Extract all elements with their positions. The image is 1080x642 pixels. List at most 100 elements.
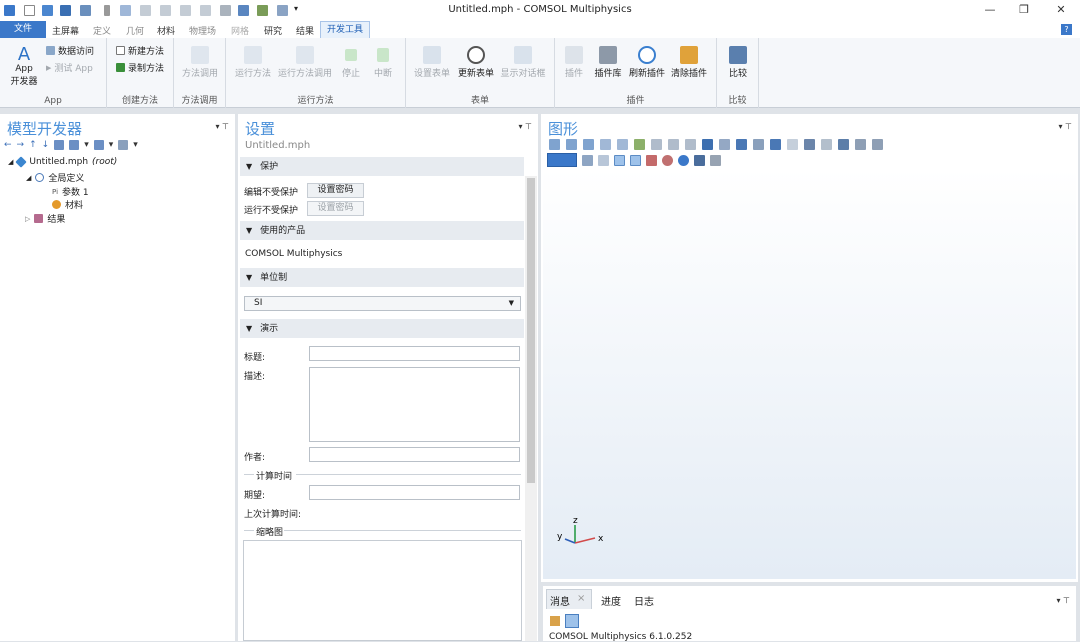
unit-system-select[interactable]: SI ▼	[244, 296, 521, 311]
select-domain-icon[interactable]	[770, 139, 781, 150]
select-mode-button[interactable]	[547, 153, 577, 167]
section-products[interactable]: ▼ 使用的产品	[240, 221, 524, 240]
down-arrow-icon[interactable]: ↓	[42, 140, 50, 150]
wireframe-icon[interactable]	[872, 139, 883, 150]
set-form-button[interactable]: 设置表单	[412, 46, 452, 79]
stop-button[interactable]: 停止	[338, 46, 364, 79]
expand-icon[interactable]	[93, 140, 104, 150]
render-icon[interactable]	[582, 154, 593, 166]
zoom-out-icon[interactable]	[566, 139, 577, 150]
panel-pin-icon[interactable]: ▾ ⊤	[1058, 122, 1072, 131]
new-method-button[interactable]: 新建方法	[116, 44, 164, 57]
region-select-icon[interactable]	[630, 154, 641, 166]
forward-arrow-icon[interactable]: →	[17, 140, 25, 150]
color-icon[interactable]	[662, 154, 673, 166]
tab-developer[interactable]: 开发工具	[320, 21, 370, 38]
tab-close-icon[interactable]: ×	[577, 593, 585, 604]
author-input[interactable]	[309, 447, 520, 462]
view-yz-icon[interactable]	[668, 139, 679, 150]
tab-mesh[interactable]: 网格	[231, 24, 249, 37]
expand-arrow-icon[interactable]: ◢	[8, 158, 13, 166]
tab-results[interactable]: 结果	[296, 24, 314, 37]
tab-physics[interactable]: 物理场	[189, 24, 216, 37]
help-icon[interactable]: ?	[1061, 24, 1072, 35]
data-access-button[interactable]: 数据访问	[46, 44, 94, 57]
point-select-icon[interactable]	[614, 154, 625, 166]
set-run-password-button[interactable]: 设置密码	[307, 201, 364, 216]
tab-materials[interactable]: 材料	[157, 24, 175, 37]
minimize-button[interactable]: —	[980, 3, 1000, 16]
tab-geometry[interactable]: 几何	[126, 24, 144, 37]
print-icon[interactable]	[710, 154, 721, 166]
expand-arrow-icon[interactable]: ◢	[26, 174, 31, 182]
zoom-extents-icon[interactable]	[617, 139, 628, 150]
camera-icon[interactable]	[694, 154, 705, 166]
show-icon[interactable]	[54, 140, 65, 150]
clear-broom-icon[interactable]	[550, 616, 560, 626]
tab-log[interactable]: 日志	[634, 593, 654, 608]
title-input[interactable]	[309, 346, 520, 361]
section-units[interactable]: ▼ 单位制	[240, 268, 524, 287]
tab-progress[interactable]: 进度	[601, 593, 621, 608]
dropdown-icon[interactable]: ▾	[84, 140, 89, 150]
transparency-icon[interactable]	[838, 139, 849, 150]
hide-icon[interactable]	[821, 139, 832, 150]
tree-item-parameters[interactable]: Pi 参数 1	[52, 185, 89, 199]
tree-item-results[interactable]: ▷ 结果	[25, 212, 65, 225]
collapse-icon[interactable]	[69, 140, 80, 150]
tab-home[interactable]: 主屏幕	[52, 24, 79, 37]
zoom-selection-icon[interactable]	[804, 139, 815, 150]
section-protection[interactable]: ▼ 保护	[240, 157, 524, 176]
set-password-button[interactable]: 设置密码	[307, 183, 364, 198]
tree-item-materials[interactable]: 材料	[52, 198, 83, 211]
message-options-icon[interactable]	[565, 614, 579, 628]
panel-pin-icon[interactable]: ▾ ⊤	[1056, 596, 1070, 605]
graphics-canvas[interactable]: z y x	[543, 168, 1076, 579]
dropdown-icon[interactable]: ▾	[109, 140, 114, 150]
clear-addin-button[interactable]: 清除插件	[669, 46, 709, 79]
dropdown-icon[interactable]: ▾	[133, 140, 138, 150]
addin-button[interactable]: 插件	[559, 46, 589, 79]
app-builder-button[interactable]: A App 开发器	[8, 46, 40, 88]
show-dialog-button[interactable]: 显示对话框	[498, 46, 548, 79]
highlight-icon[interactable]	[646, 154, 657, 166]
section-presentation[interactable]: ▼ 演示	[240, 319, 524, 338]
view-xy-icon[interactable]	[651, 139, 662, 150]
expected-input[interactable]	[309, 485, 520, 500]
method-call-button[interactable]: 方法调用	[179, 46, 221, 79]
panel-pin-icon[interactable]: ▾ ⊤	[215, 122, 229, 131]
tab-file[interactable]: 文件	[0, 21, 46, 38]
up-arrow-icon[interactable]: ↑	[29, 140, 37, 150]
run-method-call-button[interactable]: 运行方法调用	[276, 46, 334, 79]
compare-button[interactable]: 比较	[723, 46, 753, 79]
maximize-button[interactable]: ❐	[1014, 3, 1034, 16]
clear-selection-icon[interactable]	[787, 139, 798, 150]
refresh-form-button[interactable]: 更新表单	[456, 46, 496, 79]
panel-pin-icon[interactable]: ▾ ⊤	[518, 122, 532, 131]
settings-scrollbar[interactable]	[525, 176, 537, 641]
tree-item-root[interactable]: ◢ Untitled.mph (root)	[8, 156, 117, 168]
record-method-button[interactable]: 录制方法	[116, 61, 164, 74]
back-arrow-icon[interactable]: ←	[4, 140, 12, 150]
zoom-box-icon[interactable]	[583, 139, 594, 150]
tab-study[interactable]: 研究	[264, 24, 282, 37]
refresh-addin-button[interactable]: 刷新插件	[627, 46, 667, 79]
view-zx-icon[interactable]	[685, 139, 696, 150]
image-icon[interactable]	[598, 154, 609, 166]
reset-view-icon[interactable]	[678, 154, 689, 166]
tab-definitions[interactable]: 定义	[93, 24, 111, 37]
addin-library-button[interactable]: 插件库	[592, 46, 624, 79]
scene-light-icon[interactable]	[855, 139, 866, 150]
list-icon[interactable]	[118, 140, 129, 150]
test-app-button[interactable]: ▶ 测试 App	[46, 61, 93, 75]
rotate-icon[interactable]	[719, 139, 730, 150]
run-method-button[interactable]: 运行方法	[232, 46, 274, 79]
collapse-arrow-icon[interactable]: ▷	[25, 215, 30, 223]
close-button[interactable]: ✕	[1051, 3, 1071, 16]
zoom-in-icon[interactable]	[549, 139, 560, 150]
axis-icon[interactable]	[634, 139, 645, 150]
thumbnail-area[interactable]	[243, 540, 522, 641]
pan-icon[interactable]	[600, 139, 611, 150]
description-textarea[interactable]	[309, 367, 520, 442]
select-object-icon[interactable]	[736, 139, 747, 150]
